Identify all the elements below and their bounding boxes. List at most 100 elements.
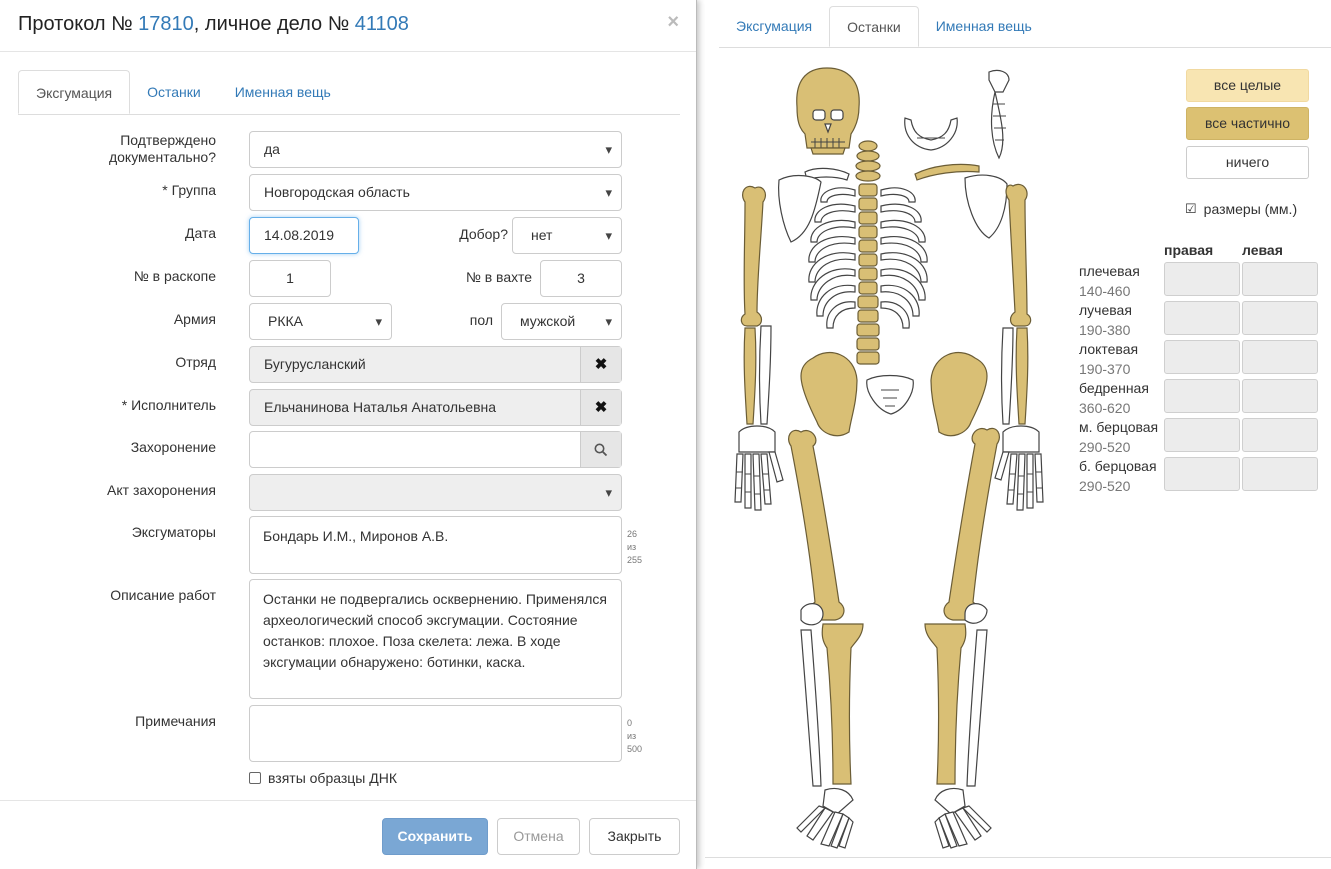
measure-right-input[interactable] [1164,301,1240,335]
ulna-right-bone[interactable] [758,325,772,425]
dna-checkbox[interactable] [249,772,261,784]
sacrum-bone[interactable] [866,374,914,415]
scapula-left-bone[interactable] [964,174,1008,239]
femur-right-bone[interactable] [788,429,845,621]
ribs-right-bone[interactable] [808,187,856,329]
close-button[interactable]: Закрыть [589,818,680,855]
notes-label: Примечания [135,713,216,729]
tab-exhumation-right[interactable]: Эксгумация [719,6,829,47]
measure-right-input[interactable] [1164,457,1240,491]
clear-executor-icon[interactable]: ✖ [580,390,621,425]
dobor-select[interactable]: нет [512,217,622,254]
close-icon[interactable]: × [667,11,679,34]
humerus-right-bone[interactable] [740,185,767,327]
group-select[interactable]: Новгородская область [249,174,622,211]
army-select[interactable]: РККА [249,303,392,340]
sex-select[interactable]: мужской [501,303,622,340]
detachment-field[interactable]: Бугурусланский ✖ [249,346,622,383]
excavation-no-input[interactable]: 1 [249,260,331,297]
executor-field[interactable]: Ельчанинова Наталья Анатольевна ✖ [249,389,622,426]
cervical-vertebrae[interactable] [855,140,881,182]
measure-row-name: б. берцовая [1079,458,1157,474]
radius-right-bone[interactable] [743,327,757,425]
foot-right-bone[interactable] [796,787,854,849]
ulna-left-bone[interactable] [1000,327,1014,425]
clear-detachment-icon[interactable]: ✖ [580,347,621,382]
foot-left-bone[interactable] [934,787,992,849]
shift-no-input[interactable]: 3 [540,260,622,297]
pelvis-right-bone[interactable] [800,351,858,437]
measure-right-input[interactable] [1164,340,1240,374]
pelvis-left-bone[interactable] [930,351,988,437]
measure-left-input[interactable] [1242,418,1318,452]
measure-left-input[interactable] [1242,340,1318,374]
all-partial-button[interactable]: все частично [1186,107,1309,140]
tab-named-item[interactable]: Именная вещь [218,70,348,114]
burial-act-select[interactable] [249,474,622,511]
tab-remains-right[interactable]: Останки [829,6,919,47]
title-prefix: Протокол № [18,13,133,35]
checkbox-checked-icon[interactable]: ☑ [1185,201,1197,217]
measure-left-input[interactable] [1242,457,1318,491]
all-whole-button[interactable]: все целые [1186,69,1309,102]
ribs-left-bone[interactable] [880,187,928,329]
skull-bone[interactable] [796,67,860,155]
dna-checkbox-row[interactable]: взяты образцы ДНК [249,770,397,786]
exhumers-textarea[interactable]: Бондарь И.М., Миронов А.В. [249,516,622,574]
measure-row-range: 290-520 [1079,439,1131,455]
tibia-right-bone[interactable] [821,623,864,785]
shift-no-label: № в вахте [465,269,532,285]
measure-right-input[interactable] [1164,379,1240,413]
exhumers-label: Эксгуматоры [131,524,216,540]
case-number-link[interactable]: 41108 [355,13,409,35]
mandible-bone[interactable] [904,117,958,151]
spine-bone[interactable] [856,183,880,365]
burial-field[interactable] [249,431,622,468]
fibula-left-bone[interactable] [966,629,988,787]
protocol-number-link[interactable]: 17810 [138,13,194,35]
measure-left-input[interactable] [1242,301,1318,335]
protocol-modal: Протокол № 17810, личное дело № 41108 × … [0,0,697,869]
humerus-left-bone[interactable] [1005,183,1032,327]
measure-row-name: плечевая [1079,263,1140,279]
sternum-bone[interactable] [990,91,1004,160]
hyoid-bone[interactable] [988,69,1010,93]
skeleton-diagram[interactable] [725,62,1065,852]
patella-left-bone[interactable] [964,603,988,624]
hand-left-bone[interactable] [994,425,1044,511]
confirmed-label: Подтверждено документально? [108,132,216,165]
measure-row-name: локтевая [1079,341,1139,357]
work-desc-textarea[interactable]: Останки не подвергались осквернению. При… [249,579,622,699]
measure-left-input[interactable] [1242,262,1318,296]
col-right-header: правая [1164,242,1214,258]
measure-left-input[interactable] [1242,379,1318,413]
work-desc-label: Описание работ [110,587,216,603]
tab-exhumation[interactable]: Эксгумация [18,70,131,114]
sex-label: пол [469,312,493,328]
notes-of: из [627,731,637,741]
notes-textarea[interactable] [249,705,622,762]
tab-named-item-right[interactable]: Именная вещь [919,6,1049,47]
search-icon[interactable] [580,432,621,467]
tibia-left-bone[interactable] [924,623,967,785]
remains-panel: Эксгумация Останки Именная вещь все целы… [705,0,1331,869]
nothing-button[interactable]: ничего [1186,146,1309,179]
patella-right-bone[interactable] [800,603,824,626]
exhumers-counter: 26 из 255 [627,528,642,567]
executor-label: * Исполнитель [121,397,216,413]
col-left-header: левая [1242,242,1283,258]
tab-remains[interactable]: Останки [130,70,218,114]
radius-left-bone[interactable] [1015,327,1029,425]
measure-row-name: бедренная [1079,380,1149,396]
sizes-checkbox-row[interactable]: ☑ размеры (мм.) [1185,201,1297,217]
save-button[interactable]: Сохранить [382,818,488,855]
measure-right-input[interactable] [1164,262,1240,296]
fibula-right-bone[interactable] [800,629,822,787]
hand-right-bone[interactable] [734,425,784,511]
confirmed-select[interactable]: да [249,131,622,168]
cancel-button[interactable]: Отмена [497,818,580,855]
detachment-value: Бугурусланский [264,356,366,372]
measure-right-input[interactable] [1164,418,1240,452]
date-input[interactable]: 14.08.2019 [249,217,359,254]
femur-left-bone[interactable] [943,427,1000,621]
